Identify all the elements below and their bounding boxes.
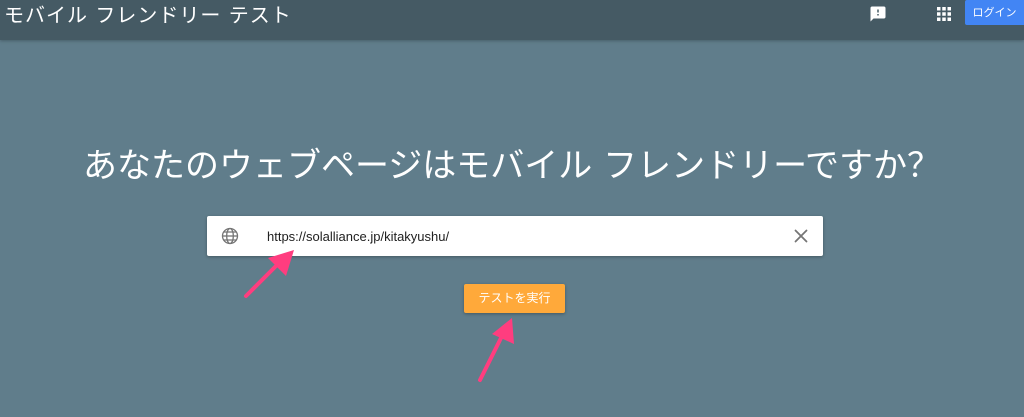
annotation-arrow-run (478, 318, 514, 382)
page-headline: あなたのウェブページはモバイル フレンドリーですか？ (82, 146, 942, 186)
page: モバイル フレンドリー テスト ログイン あなたのウェブページはモバイル フレン… (0, 0, 1024, 417)
globe-icon (221, 227, 239, 245)
close-icon (794, 229, 808, 243)
login-button[interactable]: ログイン (965, 0, 1024, 25)
url-input-box (207, 216, 823, 256)
app-title: モバイル フレンドリー テスト (4, 3, 292, 27)
feedback-button[interactable] (866, 2, 890, 26)
clear-url-button[interactable] (791, 226, 811, 246)
run-test-button[interactable]: テストを実行 (464, 284, 565, 313)
feedback-icon (870, 6, 886, 22)
app-header: モバイル フレンドリー テスト ログイン (0, 0, 1024, 40)
url-input[interactable] (265, 221, 779, 251)
apps-button[interactable] (932, 2, 956, 26)
apps-grid-icon (937, 7, 951, 21)
